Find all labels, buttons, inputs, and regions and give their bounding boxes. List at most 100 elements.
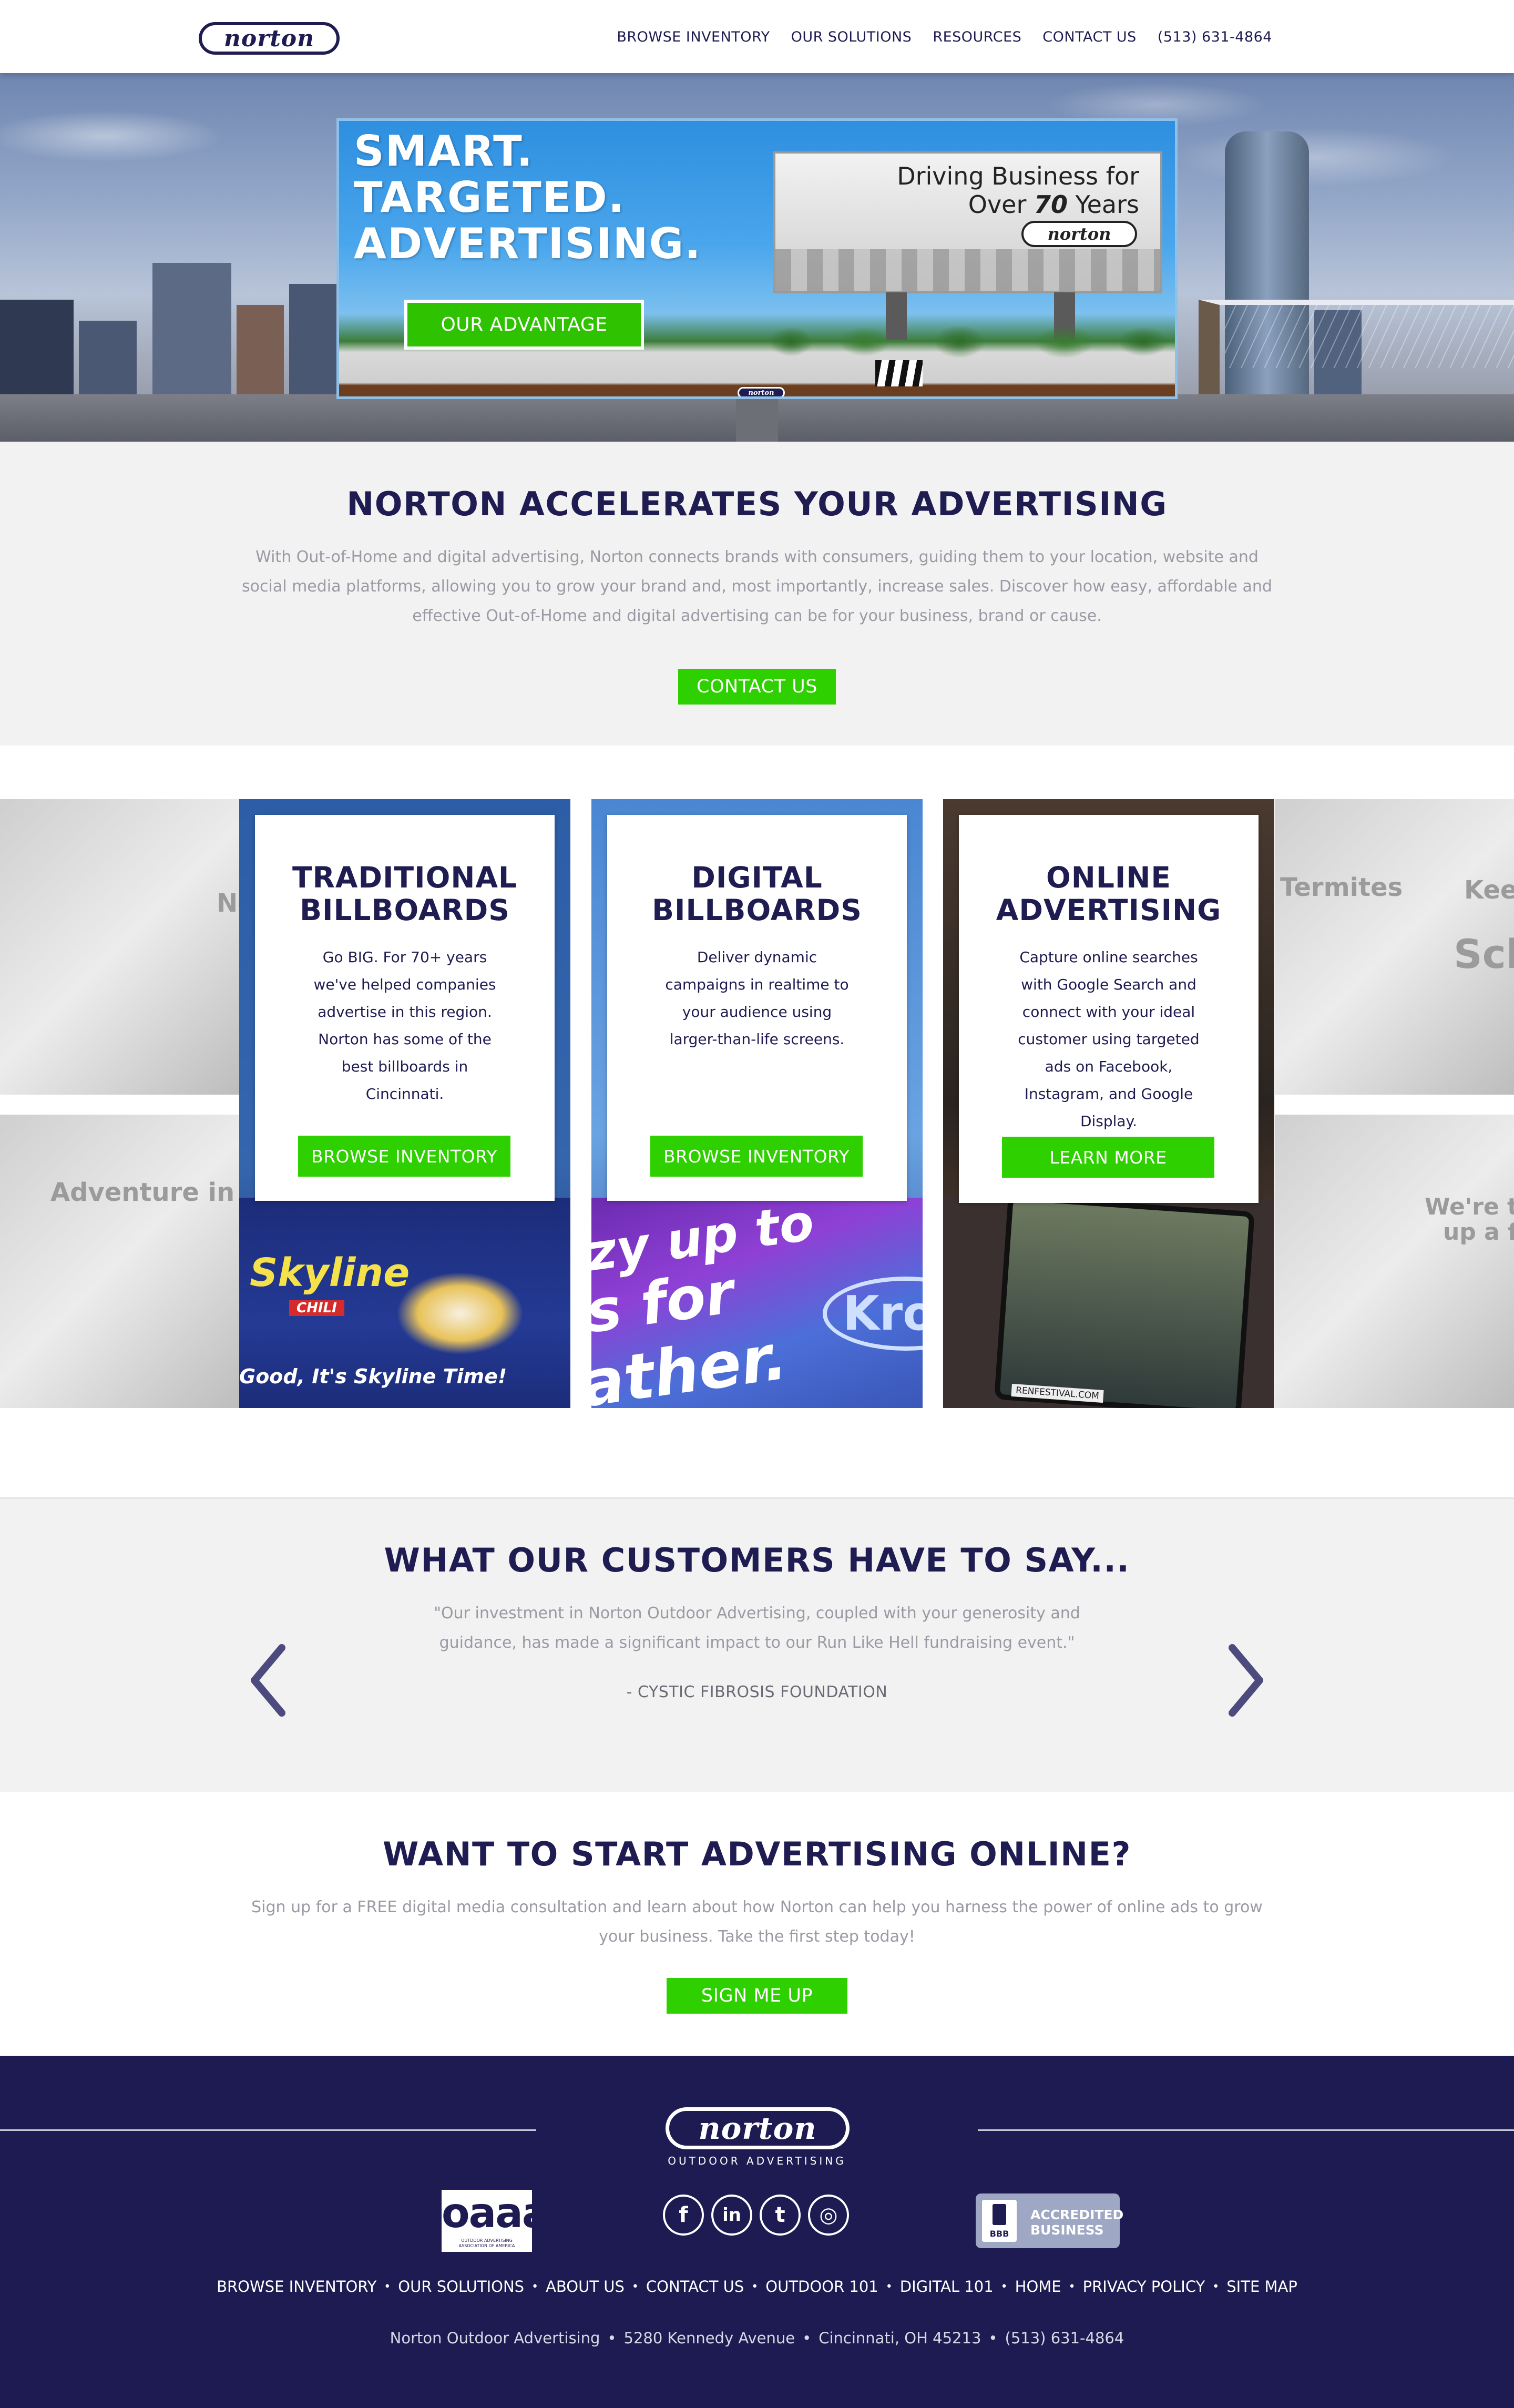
accelerate-title: NORTON ACCELERATES YOUR ADVERTISING [346, 485, 1168, 523]
city-state-zip: Cincinnati, OH 45213 [819, 2329, 981, 2347]
mini-billboard-image: Driving Business for Over 70 Years norto… [773, 151, 1162, 293]
footer-link-contact-us[interactable]: CONTACT US [646, 2278, 744, 2295]
company-name: Norton Outdoor Advertising [390, 2329, 600, 2347]
service-card: ONLINE ADVERTISING Capture online searche… [959, 815, 1259, 1203]
photo-brand-sub: CHILI [289, 1300, 344, 1316]
card-title-line: TRADITIONAL [292, 861, 517, 894]
nav-contact-us[interactable]: CONTACT US [1042, 29, 1137, 45]
card-title: DIGITAL BILLBOARDS [607, 861, 907, 926]
bbb-accredited-badge[interactable]: BBB ACCREDITED BUSINESS [976, 2193, 1124, 2248]
card-title: ONLINE ADVERTISING [959, 861, 1259, 926]
service-column-traditional: Skyline CHILI Good, It's Skyline Time! T… [239, 799, 570, 1408]
footer-link-about-us[interactable]: ABOUT US [546, 2278, 625, 2295]
accelerate-body: With Out-of-Home and digital advertising… [242, 548, 1272, 625]
footer-link-digital-101[interactable]: DIGITAL 101 [900, 2278, 994, 2295]
card-body: Capture online searches with Google Sear… [1018, 948, 1200, 1130]
footer-link-home[interactable]: HOME [1015, 2278, 1061, 2295]
service-card: TRADITIONAL BILLBOARDS Go BIG. For 70+ ye… [255, 815, 555, 1201]
chevron-left-icon[interactable] [247, 1644, 289, 1717]
footer-address: Norton Outdoor Advertising • 5280 Kennedy… [0, 2329, 1514, 2347]
sign-me-up-button[interactable]: SIGN ME UP [667, 1978, 847, 2014]
mini-billboard-line1: Driving Business for [897, 162, 1139, 190]
footer-link-outdoor-101[interactable]: OUTDOOR 101 [765, 2278, 878, 2295]
separator: • [802, 2329, 812, 2347]
separator: • [1000, 2280, 1008, 2293]
online-body: Sign up for a FREE digital media consult… [251, 1898, 1263, 1946]
card-body: Deliver dynamic campaigns in realtime to… [665, 948, 849, 1048]
mini-billboard-years: 70 [1034, 190, 1068, 219]
nav-our-solutions[interactable]: OUR SOLUTIONS [791, 29, 912, 45]
footer-divider [0, 2129, 536, 2131]
card-title: TRADITIONAL BILLBOARDS [255, 861, 555, 926]
service-card: DIGITAL BILLBOARDS Deliver dynamic campai… [607, 815, 907, 1201]
separator: • [531, 2280, 539, 2293]
footer-phone[interactable]: (513) 631-4864 [1005, 2329, 1124, 2347]
side-billboard-photo: Termites Keep Sch [1275, 799, 1514, 1095]
our-advantage-button[interactable]: OUR ADVANTAGE [404, 300, 644, 350]
side-photo-text: Termites [1280, 873, 1403, 902]
card-title-line: BILLBOARDS [652, 893, 862, 927]
nav-browse-inventory[interactable]: BROWSE INVENTORY [617, 29, 770, 45]
nav-phone[interactable]: (513) 631-4864 [1158, 29, 1272, 45]
twitter-icon[interactable]: t [760, 2195, 801, 2236]
bbb-line: BUSINESS [1030, 2222, 1104, 2238]
footer-links: BROWSE INVENTORY • OUR SOLUTIONS • ABOUT U… [0, 2278, 1514, 2295]
footer-link-privacy-policy[interactable]: PRIVACY POLICY [1083, 2278, 1205, 2295]
linkedin-icon[interactable]: in [711, 2195, 752, 2236]
service-column-digital: zy up to s for ather. Krog DIGITALBILLBO… [591, 799, 923, 1408]
footer-link-our-solutions[interactable]: OUR SOLUTIONS [398, 2278, 524, 2295]
contact-us-button[interactable]: CONTACT US [678, 669, 836, 705]
separator: • [607, 2329, 617, 2347]
bridge-deck [1199, 300, 1514, 394]
mini-billboard-logo: norton [1021, 221, 1137, 247]
online-advertising-section: WANT TO START ADVERTISING ONLINE? Sign u… [0, 1792, 1514, 2056]
oaaa-logo-text: oaaa [442, 2190, 550, 2237]
street-address: 5280 Kennedy Avenue [623, 2329, 795, 2347]
side-billboard-photo: Adventure in Refres [0, 1115, 239, 1408]
side-photo-text: Sch [1454, 931, 1514, 977]
accelerate-section: NORTON ACCELERATES YOUR ADVERTISING With… [0, 442, 1514, 746]
phone-screen [994, 1195, 1255, 1408]
learn-more-button[interactable]: LEARN MORE [1002, 1137, 1214, 1178]
bbb-seal-icon: BBB [982, 2200, 1017, 2242]
separator: • [384, 2280, 391, 2293]
bbb-line: ACCREDITED [1030, 2207, 1124, 2222]
main-nav: BROWSE INVENTORY OUR SOLUTIONS RESOURCES… [617, 29, 1272, 45]
chevron-right-icon[interactable] [1225, 1644, 1267, 1717]
separator: • [751, 2280, 759, 2293]
photo-slogan: Good, It's Skyline Time! [239, 1365, 507, 1388]
mini-billboard-line2-pre: Over [968, 190, 1034, 219]
nav-resources[interactable]: RESOURCES [933, 29, 1021, 45]
browse-inventory-button[interactable]: BROWSE INVENTORY [298, 1136, 510, 1177]
billboard-pole [736, 399, 778, 442]
hero-headline: SMART. TARGETED. ADVERTISING. [354, 128, 702, 267]
logo-text: norton [223, 25, 315, 52]
side-photo-text: Keep [1464, 875, 1514, 905]
oaaa-logo-sub: OUTDOOR ADVERTISING ASSOCIATION OF AMERI… [458, 2238, 515, 2248]
hero-banner: SMART. TARGETED. ADVERTISING. OUR ADVANT… [0, 73, 1514, 442]
mini-billboard-line2: Over 70 Years [897, 190, 1139, 219]
service-column-online: RENFESTIVAL.COM ONLINE ADVERTISING Captur… [943, 799, 1274, 1408]
hero-billboard: SMART. TARGETED. ADVERTISING. OUR ADVANT… [336, 118, 1178, 399]
footer-link-browse-inventory[interactable]: BROWSE INVENTORY [217, 2278, 376, 2295]
hero-headline-line: SMART. [354, 127, 534, 176]
photo-brand: Skyline [250, 1250, 410, 1295]
oaaa-logo[interactable]: oaaa OUTDOOR ADVERTISING ASSOCIATION OF … [442, 2190, 550, 2252]
footer-link-site-map[interactable]: SITE MAP [1226, 2278, 1297, 2295]
online-title: WANT TO START ADVERTISING ONLINE? [383, 1835, 1131, 1873]
card-title-line: BILLBOARDS [300, 893, 510, 927]
footer-divider [978, 2129, 1514, 2131]
norton-logo[interactable]: norton [199, 22, 340, 55]
mini-billboard-photo [775, 249, 1160, 291]
separator: • [885, 2280, 893, 2293]
instagram-icon[interactable]: ◎ [808, 2195, 849, 2236]
facebook-icon[interactable]: f [663, 2195, 704, 2236]
side-photo-text: up a fev [1443, 1219, 1514, 1246]
footer-logo-subtitle: OUTDOOR ADVERTISING [668, 2155, 846, 2167]
separator: • [1212, 2280, 1220, 2293]
side-photo-text: No [217, 889, 239, 918]
billboard-tag-logo: norton [738, 387, 785, 396]
barrier-stripes [875, 360, 923, 386]
browse-inventory-button[interactable]: BROWSE INVENTORY [650, 1136, 863, 1177]
footer-logo[interactable]: norton [666, 2107, 850, 2149]
